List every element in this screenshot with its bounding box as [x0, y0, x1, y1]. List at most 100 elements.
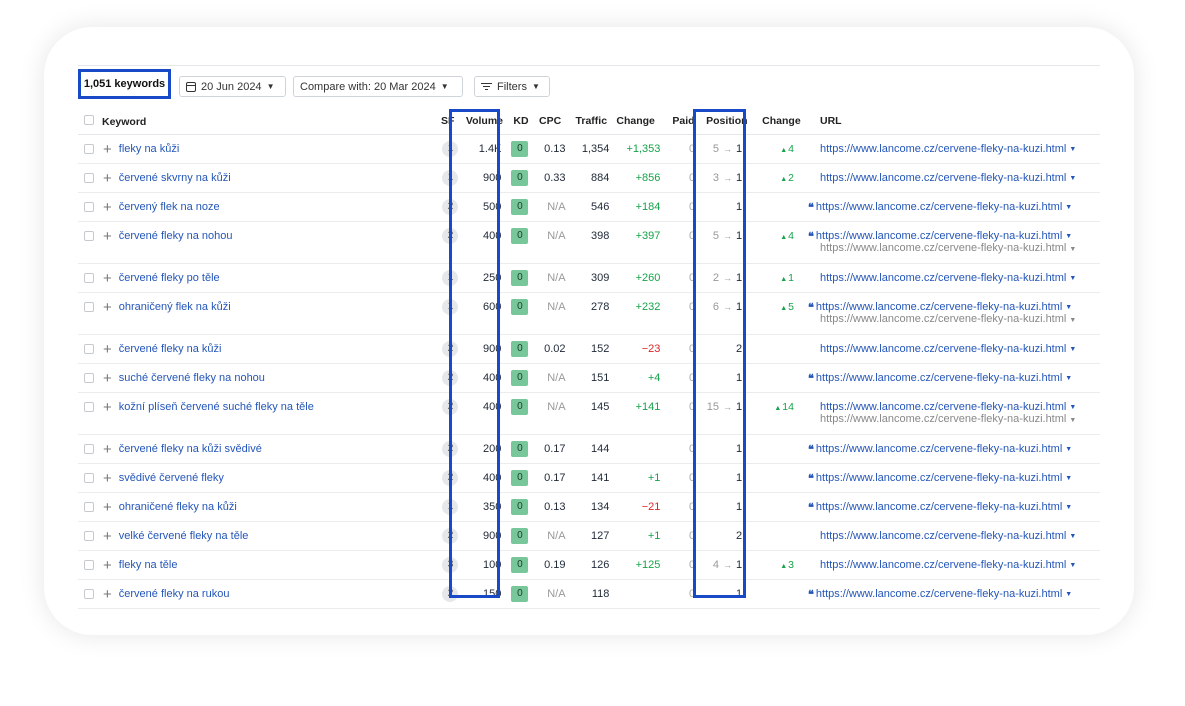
chevron-down-icon[interactable]: ▼ [1065, 504, 1072, 511]
sf-badge[interactable]: 1 [442, 270, 459, 286]
url-link[interactable]: https://www.lancome.cz/cervene-fleky-na-… [820, 530, 1066, 542]
url-link[interactable]: https://www.lancome.cz/cervene-fleky-na-… [820, 343, 1066, 355]
date-dropdown[interactable]: 20 Jun 2024 ▼ [179, 76, 286, 97]
sf-badge[interactable]: 1 [442, 299, 459, 315]
add-keyword-icon[interactable]: + [103, 371, 112, 386]
add-keyword-icon[interactable]: + [103, 400, 112, 415]
sf-badge[interactable]: 1 [442, 499, 459, 515]
secondary-url[interactable]: https://www.lancome.cz/cervene-fleky-na-… [820, 242, 1066, 254]
sf-badge[interactable]: 2 [442, 228, 459, 244]
add-keyword-icon[interactable]: + [103, 271, 112, 286]
chevron-down-icon[interactable]: ▼ [1065, 204, 1072, 211]
keyword-link[interactable]: ohraničené fleky na kůži [119, 501, 237, 513]
row-checkbox[interactable] [84, 202, 94, 212]
row-checkbox[interactable] [84, 273, 94, 283]
add-keyword-icon[interactable]: + [103, 300, 112, 315]
add-keyword-icon[interactable]: + [103, 500, 112, 515]
col-pos-change[interactable]: Change [754, 108, 801, 135]
row-checkbox[interactable] [84, 144, 94, 154]
sf-badge[interactable]: 1 [442, 170, 459, 186]
row-checkbox[interactable] [84, 173, 94, 183]
chevron-down-icon[interactable]: ▼ [1069, 533, 1076, 540]
url-link[interactable]: https://www.lancome.cz/cervene-fleky-na-… [820, 172, 1066, 184]
chevron-down-icon[interactable]: ▼ [1069, 317, 1076, 324]
chevron-down-icon[interactable]: ▼ [1065, 446, 1072, 453]
keyword-link[interactable]: fleky na těle [119, 559, 178, 571]
url-link[interactable]: https://www.lancome.cz/cervene-fleky-na-… [816, 230, 1062, 242]
chevron-down-icon[interactable]: ▼ [1065, 304, 1072, 311]
row-checkbox[interactable] [84, 473, 94, 483]
keyword-link[interactable]: fleky na kůži [119, 143, 180, 155]
col-traffic[interactable]: Traffic [567, 108, 612, 135]
sf-badge[interactable]: 2 [442, 399, 459, 415]
keyword-link[interactable]: červené fleky na kůži svědivé [119, 443, 262, 455]
row-checkbox[interactable] [84, 373, 94, 383]
col-keyword[interactable]: Keyword [78, 108, 430, 135]
row-checkbox[interactable] [84, 231, 94, 241]
url-link[interactable]: https://www.lancome.cz/cervene-fleky-na-… [820, 401, 1066, 413]
keyword-link[interactable]: červené fleky po těle [119, 272, 220, 284]
chevron-down-icon[interactable]: ▼ [1069, 404, 1076, 411]
chevron-down-icon[interactable]: ▼ [1065, 591, 1072, 598]
url-link[interactable]: https://www.lancome.cz/cervene-fleky-na-… [816, 372, 1062, 384]
url-link[interactable]: https://www.lancome.cz/cervene-fleky-na-… [820, 272, 1066, 284]
keyword-link[interactable]: ohraničený flek na kůži [119, 301, 231, 313]
secondary-url[interactable]: https://www.lancome.cz/cervene-fleky-na-… [820, 313, 1066, 325]
keyword-link[interactable]: červené fleky na kůži [119, 343, 222, 355]
chevron-down-icon[interactable]: ▼ [1065, 233, 1072, 240]
col-position[interactable]: Position [701, 108, 755, 135]
url-link[interactable]: https://www.lancome.cz/cervene-fleky-na-… [816, 301, 1062, 313]
sf-badge[interactable]: 2 [442, 370, 459, 386]
url-link[interactable]: https://www.lancome.cz/cervene-fleky-na-… [816, 588, 1062, 600]
url-link[interactable]: https://www.lancome.cz/cervene-fleky-na-… [816, 443, 1062, 455]
col-cpc[interactable]: CPC [539, 108, 568, 135]
chevron-down-icon[interactable]: ▼ [1069, 275, 1076, 282]
col-kd[interactable]: KD [508, 108, 539, 135]
col-sf[interactable]: SF [429, 108, 461, 135]
sf-badge[interactable]: 1 [442, 141, 459, 157]
sf-badge[interactable]: 3 [442, 557, 459, 573]
compare-dropdown[interactable]: Compare with: 20 Mar 2024 ▼ [293, 76, 463, 97]
row-checkbox[interactable] [84, 402, 94, 412]
add-keyword-icon[interactable]: + [103, 587, 112, 602]
add-keyword-icon[interactable]: + [103, 229, 112, 244]
add-keyword-icon[interactable]: + [103, 142, 112, 157]
select-all-checkbox[interactable] [84, 114, 94, 125]
row-checkbox[interactable] [84, 560, 94, 570]
sf-badge[interactable]: 2 [442, 528, 459, 544]
chevron-down-icon[interactable]: ▼ [1069, 562, 1076, 569]
keyword-link[interactable]: svědivé červené fleky [119, 472, 224, 484]
col-volume[interactable]: Volume [460, 108, 509, 135]
chevron-down-icon[interactable]: ▼ [1069, 417, 1076, 424]
chevron-down-icon[interactable]: ▼ [1065, 475, 1072, 482]
chevron-down-icon[interactable]: ▼ [1065, 375, 1072, 382]
add-keyword-icon[interactable]: + [103, 342, 112, 357]
sf-badge[interactable]: 2 [442, 441, 459, 457]
chevron-down-icon[interactable]: ▼ [1069, 146, 1076, 153]
url-link[interactable]: https://www.lancome.cz/cervene-fleky-na-… [820, 559, 1066, 571]
chevron-down-icon[interactable]: ▼ [1069, 246, 1076, 253]
add-keyword-icon[interactable]: + [103, 471, 112, 486]
keyword-link[interactable]: červené fleky na rukou [119, 588, 230, 600]
sf-badge[interactable]: 2 [442, 199, 459, 215]
col-paid[interactable]: Paid [663, 108, 702, 135]
keyword-link[interactable]: kožní plíseň červené suché fleky na těle [119, 401, 314, 413]
keyword-link[interactable]: červený flek na noze [119, 201, 220, 213]
chevron-down-icon[interactable]: ▼ [1069, 346, 1076, 353]
keyword-link[interactable]: červené fleky na nohou [119, 230, 233, 242]
filters-button[interactable]: Filters ▼ [474, 76, 550, 97]
keyword-link[interactable]: červené skvrny na kůži [119, 172, 231, 184]
keyword-link[interactable]: velké červené fleky na těle [119, 530, 249, 542]
url-link[interactable]: https://www.lancome.cz/cervene-fleky-na-… [816, 201, 1062, 213]
add-keyword-icon[interactable]: + [103, 558, 112, 573]
secondary-url[interactable]: https://www.lancome.cz/cervene-fleky-na-… [820, 413, 1066, 425]
row-checkbox[interactable] [84, 502, 94, 512]
row-checkbox[interactable] [84, 444, 94, 454]
row-checkbox[interactable] [84, 589, 94, 599]
row-checkbox[interactable] [84, 302, 94, 312]
keyword-link[interactable]: suché červené fleky na nohou [119, 372, 265, 384]
sf-badge[interactable]: 2 [442, 470, 459, 486]
row-checkbox[interactable] [84, 344, 94, 354]
url-link[interactable]: https://www.lancome.cz/cervene-fleky-na-… [820, 143, 1066, 155]
add-keyword-icon[interactable]: + [103, 200, 112, 215]
